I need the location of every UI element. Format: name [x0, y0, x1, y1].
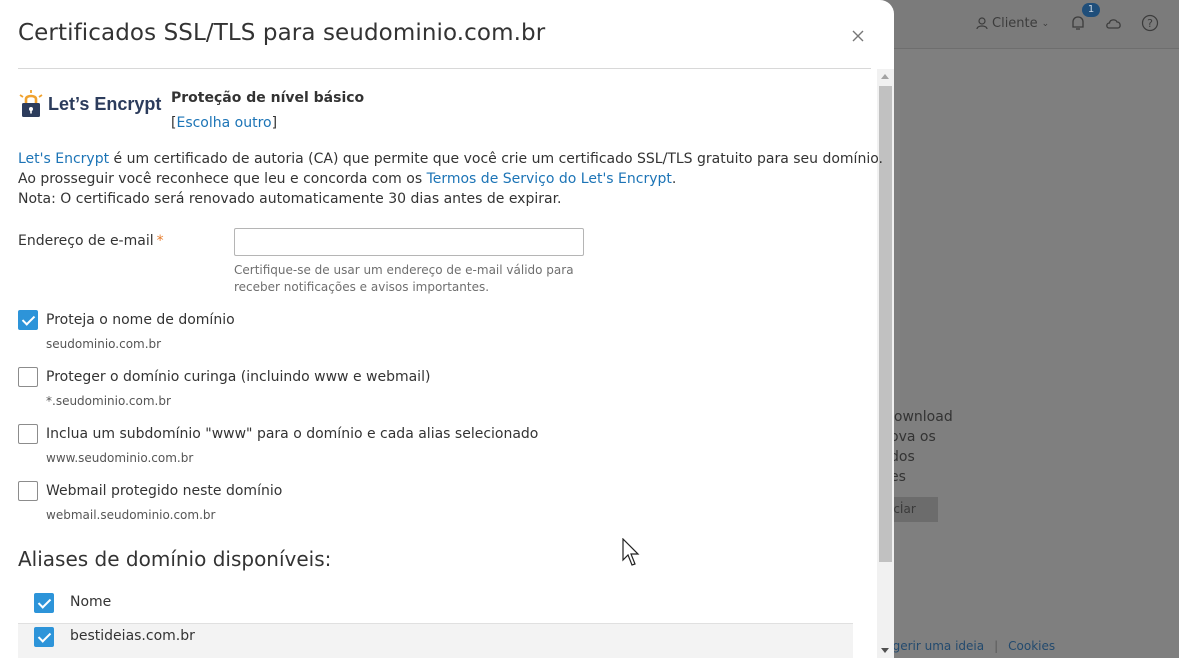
- email-field[interactable]: [234, 228, 584, 256]
- protect-domain-checkbox[interactable]: [18, 310, 38, 330]
- chevron-down-icon: ⌄: [1041, 18, 1050, 29]
- www-subdomain-checkbox[interactable]: [18, 424, 38, 444]
- email-label: Endereço de e-mail *: [18, 233, 164, 249]
- user-menu-label: Cliente: [992, 16, 1038, 31]
- email-hint: Certifique-se de usar um endereço de e-m…: [234, 263, 574, 294]
- option-subtitle: webmail.seudominio.com.br: [46, 508, 216, 522]
- ssl-certificate-dialog: Certificados SSL/TLS para seudominio.com…: [0, 0, 894, 658]
- lets-encrypt-lock-icon: [19, 90, 43, 117]
- footer-separator: |: [994, 639, 999, 653]
- aliases-heading: Aliases de domínio disponíveis:: [18, 547, 332, 571]
- background-footer: ugerir uma ideia | Cookies: [885, 639, 1055, 653]
- description-line-3: Nota: O certificado será renovado automa…: [18, 191, 562, 207]
- choose-other-link[interactable]: Escolha outro: [176, 115, 271, 131]
- notification-badge: 1: [1082, 3, 1100, 17]
- alias-name: bestideias.com.br: [70, 628, 195, 644]
- bracket-close: ]: [271, 115, 278, 131]
- wildcard-domain-checkbox[interactable]: [18, 367, 38, 387]
- option-subtitle: www.seudominio.com.br: [46, 451, 194, 465]
- row-checkbox[interactable]: [34, 627, 54, 647]
- description-text: Ao prosseguir você reconhece que leu e c…: [18, 171, 427, 187]
- option-protect-domain[interactable]: Proteja o nome de domínio seudominio.com…: [18, 310, 235, 351]
- cookies-link[interactable]: Cookies: [1008, 639, 1055, 653]
- protection-level: Proteção de nível básico: [171, 90, 365, 106]
- description: Let's Encrypt é um certificado de autori…: [18, 149, 883, 209]
- option-webmail[interactable]: Webmail protegido neste domínio webmail.…: [18, 481, 282, 522]
- user-menu[interactable]: Cliente ⌄: [976, 16, 1049, 31]
- title-divider: [18, 68, 871, 69]
- description-line-1: Let's Encrypt é um certificado de autori…: [18, 149, 883, 169]
- choose-other-wrapper: [Escolha outro]: [171, 115, 277, 131]
- aliases-table-header: Nome: [18, 590, 853, 624]
- description-line-2: Ao prosseguir você reconhece que leu e c…: [18, 169, 883, 189]
- option-subtitle: *.seudominio.com.br: [46, 394, 171, 408]
- scroll-down-arrow[interactable]: [881, 648, 889, 653]
- lets-encrypt-link[interactable]: Let's Encrypt: [18, 151, 109, 167]
- help-icon[interactable]: ?: [1141, 14, 1159, 32]
- option-label: Inclua um subdomínio "www" para o domíni…: [46, 426, 539, 442]
- option-subtitle: seudominio.com.br: [46, 337, 162, 351]
- option-www-subdomain[interactable]: Inclua um subdomínio "www" para o domíni…: [18, 424, 538, 465]
- email-label-text: Endereço de e-mail: [18, 233, 154, 249]
- notification-bell-icon[interactable]: [1069, 14, 1087, 32]
- option-label: Proteger o domínio curinga (incluindo ww…: [46, 369, 431, 385]
- option-label: Webmail protegido neste domínio: [46, 483, 283, 499]
- required-mark: *: [156, 233, 164, 249]
- option-label: Proteja o nome de domínio: [46, 312, 235, 328]
- scroll-up-arrow[interactable]: [881, 74, 889, 79]
- background-text-line: ova os: [890, 429, 936, 445]
- mouse-cursor-icon: [622, 538, 640, 566]
- webmail-checkbox[interactable]: [18, 481, 38, 501]
- user-icon: [976, 17, 988, 30]
- option-wildcard-domain[interactable]: Proteger o domínio curinga (incluindo ww…: [18, 367, 430, 408]
- select-all-checkbox[interactable]: [34, 593, 54, 613]
- description-text: é um certificado de autoria (CA) que per…: [109, 151, 883, 167]
- table-row[interactable]: bestideias.com.br: [18, 624, 853, 658]
- cloud-icon[interactable]: [1105, 14, 1123, 32]
- lets-encrypt-wordmark: Let’s Encrypt: [48, 93, 162, 114]
- description-text: .: [671, 171, 677, 187]
- close-icon[interactable]: [848, 26, 868, 46]
- suggest-idea-link[interactable]: ugerir uma ideia: [885, 639, 984, 653]
- terms-of-service-link[interactable]: Termos de Serviço do Let's Encrypt: [427, 171, 672, 187]
- dialog-title: Certificados SSL/TLS para seudominio.com…: [18, 20, 546, 46]
- column-header-name[interactable]: Nome: [70, 594, 111, 610]
- svg-text:?: ?: [1147, 17, 1153, 30]
- lets-encrypt-logo: Let’s Encrypt: [18, 89, 161, 119]
- background-text-line: lownload: [890, 409, 953, 425]
